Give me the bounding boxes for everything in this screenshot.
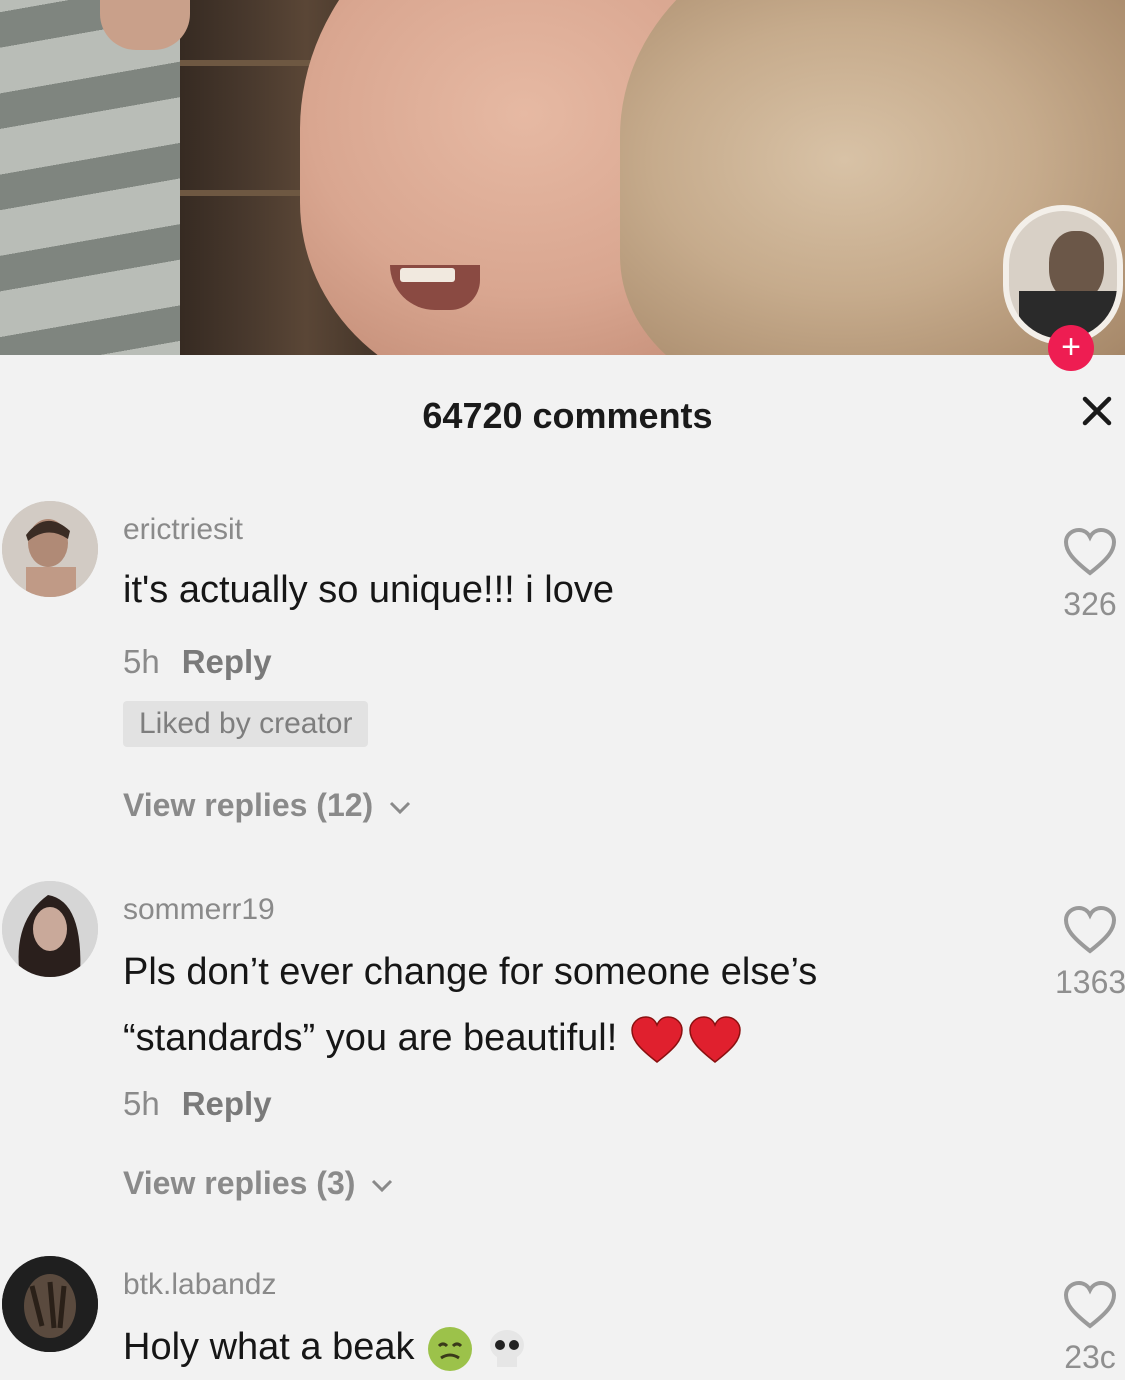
chevron-down-icon bbox=[388, 787, 412, 824]
creator-avatar[interactable] bbox=[1003, 205, 1123, 345]
striped-sleeve bbox=[0, 0, 180, 355]
comment-text-span: “standards” you are beautiful! bbox=[123, 1017, 618, 1059]
follow-plus-icon[interactable]: + bbox=[1048, 325, 1094, 371]
comment-username[interactable]: erictriesit bbox=[123, 513, 243, 547]
avatar[interactable] bbox=[2, 1256, 98, 1352]
comments-count-title: 64720 comments bbox=[422, 395, 713, 436]
video-frame[interactable] bbox=[0, 0, 1125, 355]
reply-button[interactable]: Reply bbox=[182, 1085, 272, 1122]
like-button[interactable]: 326 bbox=[1055, 527, 1125, 623]
comment-text: Pls don’t ever change for someone else’s… bbox=[123, 939, 983, 1071]
reply-button[interactable]: Reply bbox=[182, 643, 272, 680]
like-count: 326 bbox=[1063, 586, 1117, 622]
close-icon[interactable] bbox=[1075, 391, 1119, 435]
red-heart-emoji-icon bbox=[689, 1016, 741, 1063]
view-replies-button[interactable]: View replies (12) bbox=[123, 787, 412, 824]
comment-text-line: Pls don’t ever change for someone else’s bbox=[123, 951, 818, 993]
heart-outline-icon bbox=[1063, 527, 1117, 576]
heart-outline-icon bbox=[1063, 905, 1117, 954]
nauseated-face-emoji-icon bbox=[428, 1326, 473, 1371]
view-replies-button[interactable]: View replies (3) bbox=[123, 1165, 394, 1202]
comment-meta: 5h Reply bbox=[123, 1085, 272, 1123]
comment-text: it's actually so unique!!! i love bbox=[123, 569, 614, 611]
like-button[interactable]: 23c bbox=[1055, 1280, 1125, 1376]
liked-by-creator-badge: Liked by creator bbox=[123, 701, 369, 747]
view-replies-label: View replies (3) bbox=[123, 1165, 356, 1201]
comment-meta: 5h Reply bbox=[123, 643, 272, 681]
red-heart-emoji-icon bbox=[631, 1016, 683, 1063]
skull-emoji-icon bbox=[489, 1329, 524, 1367]
comment-text-line: “standards” you are beautiful! bbox=[123, 1005, 983, 1071]
like-count: 23c bbox=[1064, 1339, 1116, 1375]
like-button[interactable]: 1363 bbox=[1055, 905, 1125, 1001]
comment-username[interactable]: btk.labandz bbox=[123, 1268, 276, 1302]
like-count: 1363 bbox=[1055, 964, 1125, 1000]
comments-sheet: 64720 comments erictriesit it's actually… bbox=[0, 355, 1125, 1380]
heart-outline-icon bbox=[1063, 1280, 1117, 1329]
chevron-down-icon bbox=[370, 1165, 394, 1202]
comment-time: 5h bbox=[123, 643, 160, 680]
teeth bbox=[400, 268, 455, 282]
avatar[interactable] bbox=[2, 501, 98, 597]
comment-text-span: Holy what a beak bbox=[123, 1326, 415, 1368]
comment-time: 5h bbox=[123, 1085, 160, 1122]
comment-username[interactable]: sommerr19 bbox=[123, 893, 275, 927]
avatar[interactable] bbox=[2, 881, 98, 977]
view-replies-label: View replies (12) bbox=[123, 787, 374, 823]
comment-text: Holy what a beak bbox=[123, 1314, 983, 1380]
